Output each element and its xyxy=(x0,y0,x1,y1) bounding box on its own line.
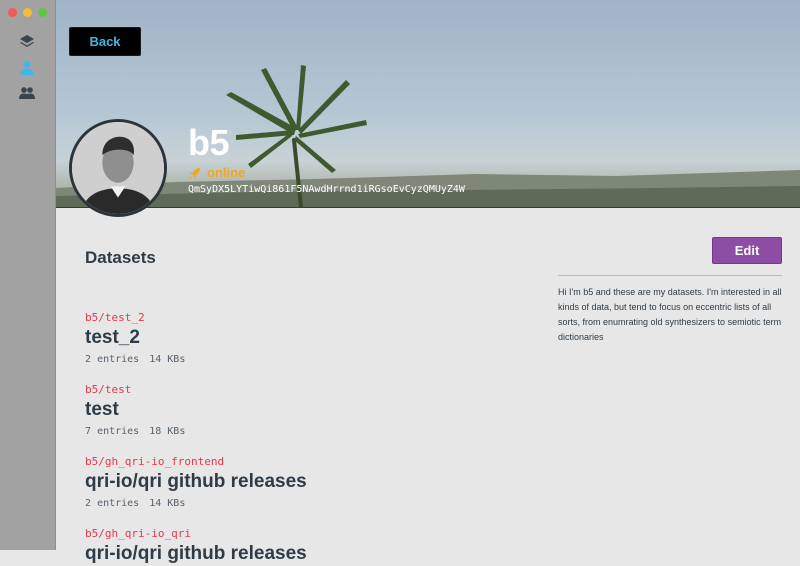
sidebar xyxy=(0,0,56,550)
dataset-item[interactable]: b5/gh_qri-io_qri qri-io/qri github relea… xyxy=(85,527,307,566)
profile-banner xyxy=(56,0,800,208)
dataset-item[interactable]: b5/test test 7 entries 18 KBs xyxy=(85,383,185,437)
dataset-item[interactable]: b5/gh_qri-io_frontend qri-io/qri github … xyxy=(85,455,307,509)
dataset-path[interactable]: b5/test xyxy=(85,383,185,396)
entries-count: 2 xyxy=(85,354,92,365)
avatar xyxy=(69,119,167,217)
entries-label: entries xyxy=(97,498,140,509)
close-window-button[interactable] xyxy=(8,8,17,17)
dataset-path[interactable]: b5/gh_qri-io_frontend xyxy=(85,455,307,468)
dataset-meta: 2 entries 14 KBs xyxy=(85,498,307,509)
dataset-path[interactable]: b5/test_2 xyxy=(85,311,185,324)
dataset-name[interactable]: qri-io/qri github releases xyxy=(85,542,307,566)
status-badge: online xyxy=(188,165,245,180)
profile-handle: b5 xyxy=(188,122,230,163)
dataset-meta: 2 entries 14 KBs xyxy=(85,354,185,365)
window-controls xyxy=(8,8,47,17)
dataset-item[interactable]: b5/test_2 test_2 2 entries 14 KBs xyxy=(85,311,185,365)
dataset-size: 18 KBs xyxy=(149,426,186,437)
divider xyxy=(558,275,782,276)
dataset-name[interactable]: qri-io/qri github releases xyxy=(85,470,307,494)
back-button[interactable]: Back xyxy=(69,27,141,56)
users-icon[interactable] xyxy=(18,84,36,102)
entries-count: 7 xyxy=(85,426,92,437)
status-text: online xyxy=(207,165,246,180)
dataset-path[interactable]: b5/gh_qri-io_qri xyxy=(85,527,307,540)
user-icon[interactable] xyxy=(18,59,36,77)
entries-label: entries xyxy=(97,426,140,437)
zoom-window-button[interactable] xyxy=(38,8,47,17)
entries-count: 2 xyxy=(85,498,92,509)
rocket-icon xyxy=(188,167,200,179)
profile-bio: Hi I'm b5 and these are my datasets. I'm… xyxy=(558,287,782,342)
entries-label: entries xyxy=(97,354,140,365)
dataset-meta: 7 entries 18 KBs xyxy=(85,426,185,437)
dataset-size: 14 KBs xyxy=(149,354,186,365)
peer-id: QmSyDX5LYTiwQi861F5NAwdHrrnd1iRGsoEvCyzQ… xyxy=(188,184,465,195)
edit-button[interactable]: Edit xyxy=(712,237,782,264)
dataset-name[interactable]: test_2 xyxy=(85,326,185,350)
dataset-name[interactable]: test xyxy=(85,398,185,422)
dataset-size: 14 KBs xyxy=(149,498,186,509)
datasets-heading: Datasets xyxy=(85,248,156,267)
banner-photo xyxy=(56,65,800,207)
minimize-window-button[interactable] xyxy=(23,8,32,17)
layers-icon[interactable] xyxy=(18,33,36,51)
